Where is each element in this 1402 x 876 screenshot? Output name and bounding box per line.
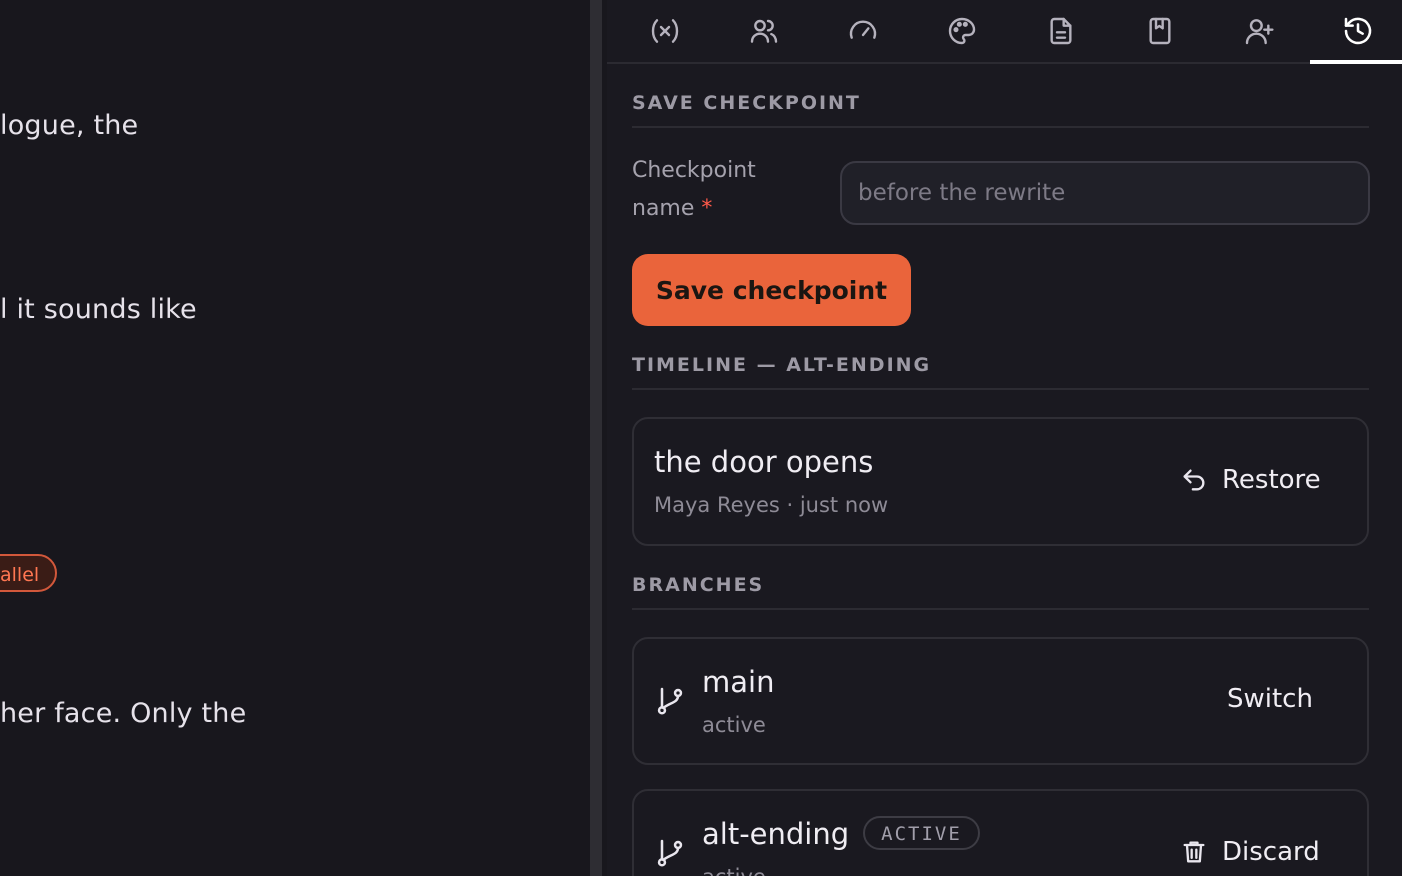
switch-button-label: Switch xyxy=(1227,684,1313,714)
editor-line: l it sounds like xyxy=(0,294,197,325)
branch-name: main xyxy=(702,665,775,699)
git-branch-icon xyxy=(657,687,683,715)
history-icon xyxy=(1344,17,1372,45)
tab-bookmarks[interactable] xyxy=(1112,0,1208,62)
editor-line: logue, the xyxy=(0,110,139,141)
checkpoint-name-label-line2: name xyxy=(632,196,695,221)
tab-share[interactable] xyxy=(1211,0,1307,62)
editor-pane[interactable]: logue, the l it sounds like allel her fa… xyxy=(0,0,590,876)
pane-resize-handle[interactable] xyxy=(590,0,602,876)
restore-button-label: Restore xyxy=(1222,465,1321,495)
trash-icon xyxy=(1183,841,1205,863)
tab-style[interactable] xyxy=(914,0,1010,62)
editor-line: her face. Only the xyxy=(0,698,247,729)
checkpoint-name-input[interactable] xyxy=(840,161,1370,225)
branch-status: active xyxy=(702,865,766,876)
annotation-chip[interactable]: allel xyxy=(0,554,58,592)
git-branch-icon xyxy=(657,839,683,867)
timeline-heading: TIMELINE — ALT-ENDING xyxy=(632,354,1369,390)
timeline-entry: the door opens Maya Reyes · just now Res… xyxy=(632,417,1369,546)
active-badge: ACTIVE xyxy=(863,816,980,850)
side-panel: SAVE CHECKPOINT Checkpoint name * Save c… xyxy=(607,0,1402,876)
branch-name: alt-ending xyxy=(702,817,850,851)
undo-icon xyxy=(1183,469,1205,491)
required-marker: * xyxy=(701,196,713,221)
palette-icon xyxy=(948,17,976,45)
save-checkpoint-heading: SAVE CHECKPOINT xyxy=(632,92,1369,128)
gauge-icon xyxy=(849,20,877,39)
tab-history[interactable] xyxy=(1310,0,1402,64)
tab-collaborators[interactable] xyxy=(716,0,812,62)
tab-notes[interactable] xyxy=(1013,0,1109,62)
checkpoint-title: the door opens xyxy=(654,445,874,479)
discard-button-label: Discard xyxy=(1222,837,1320,867)
checkpoint-meta: Maya Reyes · just now xyxy=(654,493,889,517)
branch-title-row: alt-ending ACTIVE xyxy=(702,816,980,853)
checkpoint-name-label: Checkpoint name * xyxy=(632,152,822,228)
branch-item: main active Switch xyxy=(632,637,1369,765)
branches-heading: BRANCHES xyxy=(632,574,1369,610)
variable-icon xyxy=(651,19,679,43)
discard-branch-button[interactable]: Discard xyxy=(1180,837,1320,867)
switch-branch-button[interactable]: Switch xyxy=(1227,684,1313,714)
branch-item: alt-ending ACTIVE active Discard xyxy=(632,789,1369,876)
document-icon xyxy=(1050,17,1072,45)
save-checkpoint-button[interactable]: Save checkpoint xyxy=(632,254,911,326)
tab-variables[interactable] xyxy=(617,0,713,62)
users-icon xyxy=(750,19,778,43)
user-plus-icon xyxy=(1245,19,1274,45)
panel-tab-bar xyxy=(607,0,1402,64)
tab-pacing[interactable] xyxy=(815,0,911,62)
restore-button[interactable]: Restore xyxy=(1180,465,1321,495)
checkpoint-name-label-line1: Checkpoint xyxy=(632,158,756,183)
bookmark-book-icon xyxy=(1149,17,1171,45)
branch-status: active xyxy=(702,713,766,737)
